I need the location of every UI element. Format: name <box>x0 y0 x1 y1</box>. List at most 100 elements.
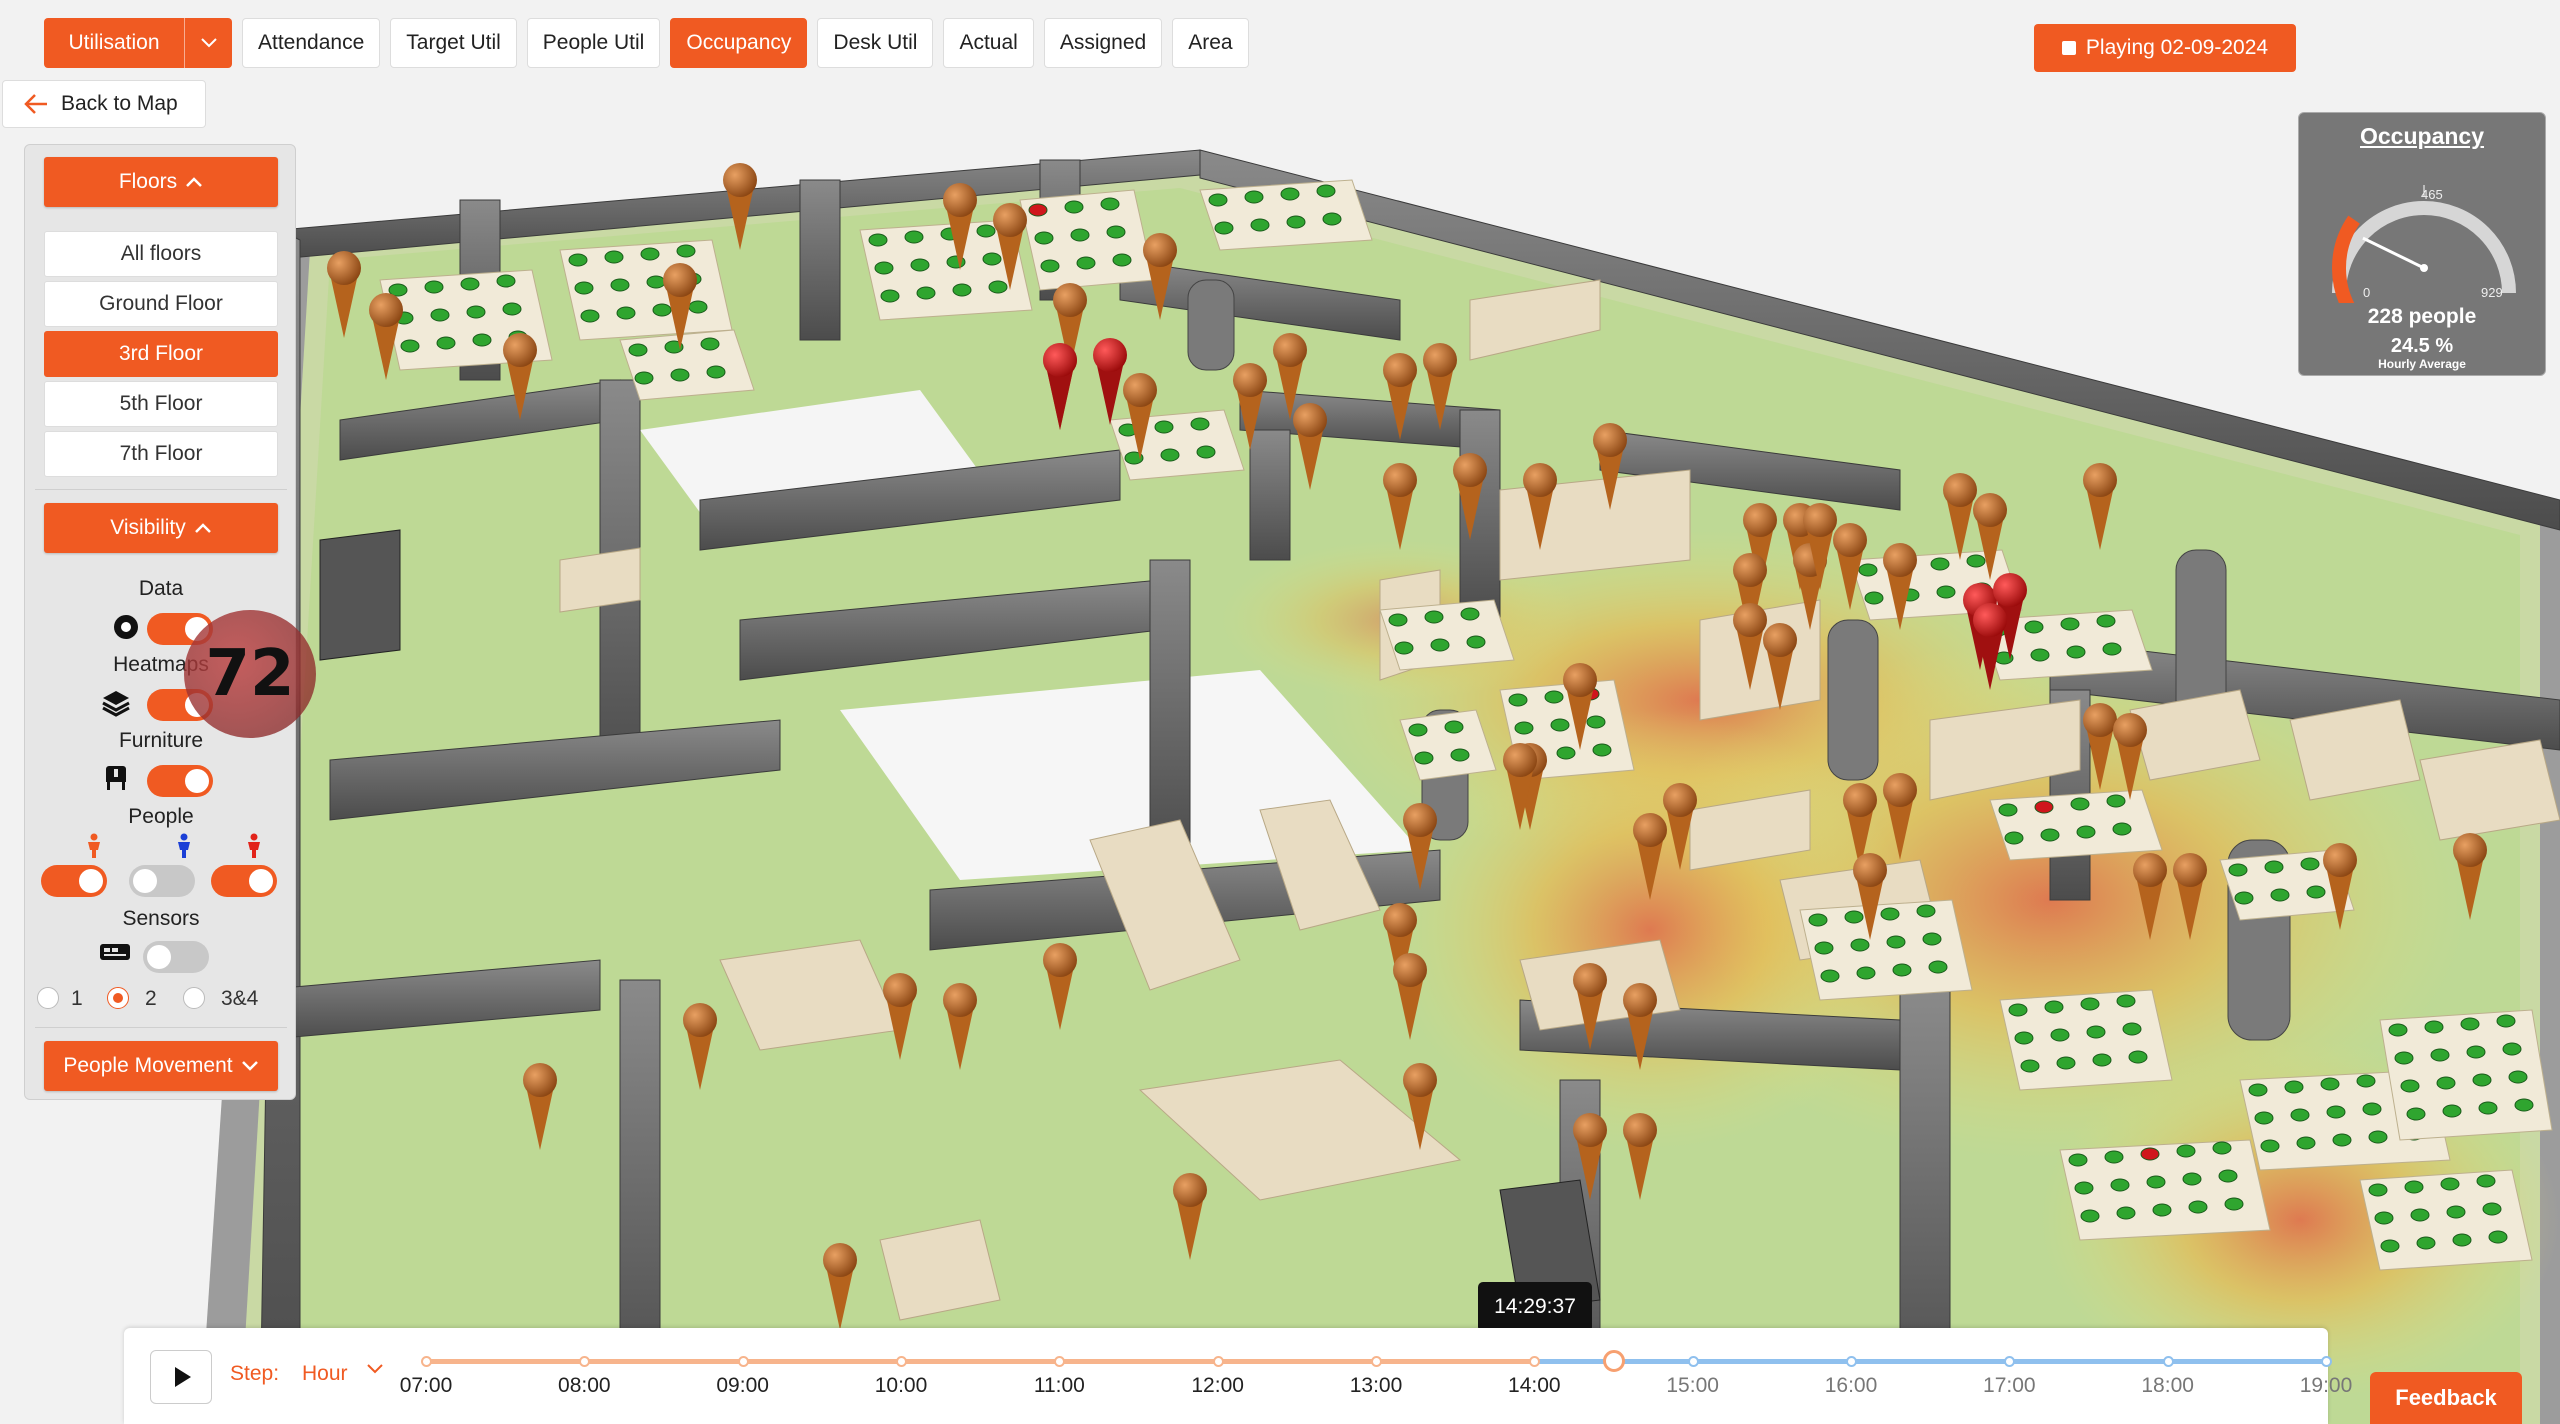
desk-free[interactable] <box>472 333 492 347</box>
tab-desk-util[interactable]: Desk Util <box>817 18 934 68</box>
desk-free[interactable] <box>2326 1105 2346 1119</box>
desk-free[interactable] <box>1930 557 1950 571</box>
timeline-tick[interactable] <box>579 1356 591 1367</box>
desk-free[interactable] <box>2478 1101 2498 1115</box>
desk-occupied[interactable] <box>2034 800 2054 814</box>
desk-free[interactable] <box>2234 891 2254 905</box>
desk-free[interactable] <box>2080 1209 2100 1223</box>
timeline-track-elapsed[interactable] <box>426 1359 1536 1364</box>
desk-free[interactable] <box>1586 715 1606 729</box>
furniture-toggle[interactable] <box>147 765 213 797</box>
sensor-option-1-radio[interactable] <box>37 987 59 1009</box>
desk-free[interactable] <box>2430 1048 2450 1062</box>
desk-free[interactable] <box>670 368 690 382</box>
desk-free[interactable] <box>2122 1022 2142 1036</box>
desk-free[interactable] <box>2110 1178 2130 1192</box>
desk-free[interactable] <box>2020 1059 2040 1073</box>
desk-free[interactable] <box>2482 1202 2502 1216</box>
desk-occupied[interactable] <box>2140 1147 2160 1161</box>
desk-free[interactable] <box>2368 1183 2388 1197</box>
desk-free[interactable] <box>1196 445 1216 459</box>
desk-free[interactable] <box>2362 1102 2382 1116</box>
chevron-down-icon[interactable] <box>366 1358 384 1382</box>
desk-free[interactable] <box>2092 1053 2112 1067</box>
desk-free[interactable] <box>2356 1074 2376 1088</box>
desk-free[interactable] <box>2040 828 2060 842</box>
desk-free[interactable] <box>1550 718 1570 732</box>
feedback-button[interactable]: Feedback <box>2370 1372 2522 1424</box>
tab-actual[interactable]: Actual <box>943 18 1034 68</box>
desk-free[interactable] <box>1076 256 1096 270</box>
desk-free[interactable] <box>2260 1139 2280 1153</box>
desk-free[interactable] <box>1936 585 1956 599</box>
desk-free[interactable] <box>2452 1233 2472 1247</box>
people-movement-button[interactable]: People Movement <box>44 1041 278 1091</box>
desk-free[interactable] <box>2074 1181 2094 1195</box>
desk-free[interactable] <box>634 371 654 385</box>
desk-free[interactable] <box>1064 200 1084 214</box>
timeline-tick[interactable] <box>1846 1356 1857 1367</box>
desk-free[interactable] <box>2146 1175 2166 1189</box>
desk-free[interactable] <box>646 275 666 289</box>
desk-free[interactable] <box>1916 904 1936 918</box>
tab-assigned[interactable]: Assigned <box>1043 18 1163 68</box>
desk-free[interactable] <box>580 309 600 323</box>
desk-free[interactable] <box>2086 1025 2106 1039</box>
desk-free[interactable] <box>2102 642 2122 656</box>
desk-free[interactable] <box>1280 187 1300 201</box>
desk-free[interactable] <box>1322 212 1342 226</box>
desk-free[interactable] <box>2472 1073 2492 1087</box>
desk-free[interactable] <box>880 289 900 303</box>
desk-free[interactable] <box>2508 1070 2528 1084</box>
desk-free[interactable] <box>1388 613 1408 627</box>
desk-free[interactable] <box>1034 231 1054 245</box>
desk-free[interactable] <box>1856 966 1876 980</box>
desk-free[interactable] <box>2076 825 2096 839</box>
desk-free[interactable] <box>574 281 594 295</box>
desk-free[interactable] <box>874 261 894 275</box>
desk-free[interactable] <box>628 343 648 357</box>
desk-free[interactable] <box>2466 1045 2486 1059</box>
timeline-slider-handle[interactable] <box>1602 1350 1625 1372</box>
desk-free[interactable] <box>1808 913 1828 927</box>
timeline-tick[interactable] <box>1529 1356 1541 1367</box>
desk-free[interactable] <box>2096 614 2116 628</box>
sensor-option-2-radio[interactable] <box>107 987 129 1009</box>
desk-free[interactable] <box>2008 1003 2028 1017</box>
desk-free[interactable] <box>2476 1174 2496 1188</box>
sensors-toggle[interactable] <box>143 941 209 973</box>
desk-free[interactable] <box>568 253 588 267</box>
desk-free[interactable] <box>2400 1079 2420 1093</box>
desk-free[interactable] <box>2446 1205 2466 1219</box>
desk-cluster[interactable] <box>1379 599 1515 671</box>
desk-free[interactable] <box>2068 1153 2088 1167</box>
desk-free[interactable] <box>700 337 720 351</box>
desk-free[interactable] <box>2248 1083 2268 1097</box>
desk-free[interactable] <box>640 247 660 261</box>
floor-ground[interactable]: Ground Floor <box>44 281 278 327</box>
desk-free[interactable] <box>2460 1017 2480 1031</box>
desk-free[interactable] <box>2116 1206 2136 1220</box>
desk-free[interactable] <box>2332 1133 2352 1147</box>
desk-free[interactable] <box>1544 690 1564 704</box>
desk-free[interactable] <box>2306 885 2326 899</box>
timeline-tick[interactable] <box>2321 1356 2332 1367</box>
back-to-map-button[interactable]: Back to Map <box>2 80 206 128</box>
utilisation-label[interactable]: Utilisation <box>44 18 184 68</box>
timeline-tick[interactable] <box>1054 1356 1066 1367</box>
desk-free[interactable] <box>2056 1056 2076 1070</box>
desk-free[interactable] <box>988 280 1008 294</box>
desk-free[interactable] <box>2496 1014 2516 1028</box>
timeline-tick[interactable] <box>421 1356 432 1367</box>
timeline-track-remaining[interactable] <box>1536 1359 2326 1364</box>
desk-free[interactable] <box>1070 228 1090 242</box>
desk-free[interactable] <box>2368 1130 2388 1144</box>
floor-3d-view[interactable] <box>0 0 2560 1424</box>
desk-free[interactable] <box>1820 969 1840 983</box>
desk-free[interactable] <box>1880 907 1900 921</box>
utilisation-dropdown[interactable]: Utilisation <box>44 18 232 68</box>
chevron-down-icon[interactable] <box>184 18 232 68</box>
desk-free[interactable] <box>436 336 456 350</box>
timeline-tick[interactable] <box>896 1356 907 1367</box>
desk-free[interactable] <box>1408 723 1428 737</box>
